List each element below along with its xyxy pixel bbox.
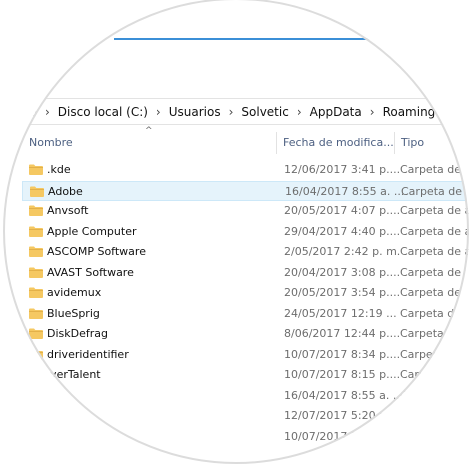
magnifier-view: sta po › Disco local (C:) › Usuarios › S…: [0, 0, 474, 464]
breadcrumb-appdata[interactable]: AppData: [310, 105, 362, 119]
file-name: Anvsoft: [47, 204, 89, 217]
file-modified-date: 12/06/2017 3:41 p....: [284, 163, 401, 176]
file-name: x: [47, 388, 54, 402]
breadcrumb-this-pc[interactable]: po: [22, 105, 37, 119]
file-name: .kde: [47, 163, 71, 176]
file-row[interactable]: AVAST Software 20/04/2017 3:08 p.... Carpe…: [22, 263, 469, 283]
file-type: Carpeta de a: [400, 265, 469, 279]
file-name: ASCOMP Software: [47, 245, 146, 258]
file-name: AVAST Software: [47, 265, 134, 279]
file-type: Carpeta de a: [400, 286, 469, 299]
file-name: Apple Computer: [47, 224, 137, 238]
file-modified-date: 8/06/2017 12:44 p....: [284, 327, 401, 340]
breadcrumb-roaming[interactable]: Roaming: [383, 105, 436, 119]
file-type: Carpeta de a: [401, 184, 469, 198]
file-row[interactable]: BlueSprig 24/05/2017 12:19 ... Carpeta d: [22, 304, 469, 324]
file-row[interactable]: avidemux 20/05/2017 3:54 p.... Carpeta de …: [22, 283, 469, 303]
file-row[interactable]: Adobe 16/04/2017 8:55 a. ... Carpeta de a: [22, 180, 469, 201]
file-type: Carpeta de a: [400, 204, 469, 217]
folder-icon: [29, 369, 43, 380]
column-resize-handle[interactable]: [276, 132, 277, 154]
folder-icon: [30, 186, 44, 197]
folder-icon: [29, 164, 43, 175]
file-type: Carp: [400, 388, 426, 402]
search-box-underline: [114, 38, 469, 40]
file-row[interactable]: DiskDefrag 8/06/2017 12:44 p.... Carpeta d…: [22, 324, 469, 344]
file-row[interactable]: driveridentifier 10/07/2017 8:34 p.... Car…: [22, 345, 469, 365]
folder-icon: [29, 349, 43, 360]
file-row[interactable]: ASCOMP Software 2/05/2017 2:42 p. m. Carpe…: [22, 242, 469, 262]
file-row[interactable]: Apple Computer 29/04/2017 4:40 p.... Carpe…: [22, 222, 469, 242]
column-header-type[interactable]: Tipo: [401, 136, 424, 149]
folder-icon: [29, 308, 43, 319]
file-modified-date: 10/07/2017 8:34 p....: [284, 347, 401, 361]
file-name: driveridentifier: [47, 347, 129, 361]
column-header-row: ^ Nombre Fecha de modifica... Tipo: [3, 126, 469, 160]
ribbon-divider: [3, 98, 469, 99]
file-type: Carpeta d: [400, 306, 455, 320]
file-modified-date: 20/04/2017 3:08 p....: [284, 265, 401, 279]
column-header-date[interactable]: Fecha de modifica...: [283, 136, 394, 149]
file-row[interactable]: iverTalent 10/07/2017 8:15 p.... Carp: [22, 365, 469, 385]
chevron-right-icon[interactable]: ›: [370, 105, 375, 119]
file-modified-date: 12/07/2017 5:20 a. ...: [284, 409, 404, 422]
breadcrumb-local-disk[interactable]: Disco local (C:): [58, 105, 148, 119]
folder-icon: [29, 390, 43, 401]
file-row[interactable]: Anvsoft 20/05/2017 4:07 p.... Carpeta de a: [22, 201, 469, 221]
folder-icon: [29, 226, 43, 237]
file-row[interactable]: x 16/04/2017 8:55 a. ... Carp: [22, 386, 469, 406]
chevron-right-icon[interactable]: ›: [229, 105, 234, 119]
column-resize-handle[interactable]: [394, 132, 395, 154]
file-name: avidemux: [47, 286, 102, 299]
file-row[interactable]: 10/07/2017 11:30 ...: [22, 427, 469, 447]
file-name: DiskDefrag: [47, 327, 108, 340]
file-type: Carpeta de a: [400, 245, 469, 258]
breadcrumb-usuarios[interactable]: Usuarios: [169, 105, 221, 119]
file-explorer-window: sta po › Disco local (C:) › Usuarios › S…: [3, 0, 469, 461]
file-modified-date: 2/05/2017 2:42 p. m.: [284, 245, 401, 258]
address-bar[interactable]: po › Disco local (C:) › Usuarios › Solve…: [3, 100, 469, 124]
breadcrumb-solvetic[interactable]: Solvetic: [241, 105, 288, 119]
file-type: Carpeta de: [400, 327, 461, 340]
file-row[interactable]: 12/07/2017 5:20 a. ...: [22, 406, 469, 426]
file-modified-date: 20/05/2017 3:54 p....: [284, 286, 401, 299]
chevron-right-icon[interactable]: ›: [45, 105, 50, 119]
chevron-right-icon[interactable]: ›: [156, 105, 161, 119]
file-modified-date: 20/05/2017 4:07 p....: [284, 204, 401, 217]
file-modified-date: 24/05/2017 12:19 ...: [284, 306, 397, 320]
file-type: Carp: [400, 368, 426, 381]
file-type: Carpeta de: [400, 347, 461, 361]
file-modified-date: 10/07/2017 11:30 ...: [284, 429, 397, 443]
file-modified-date: 16/04/2017 8:55 a. ...: [284, 388, 404, 402]
file-type: Carpeta de: [400, 163, 461, 176]
address-divider: [3, 124, 469, 125]
folder-icon: [29, 246, 43, 257]
file-row[interactable]: .kde 12/06/2017 3:41 p.... Carpeta de: [22, 160, 469, 180]
column-header-name[interactable]: Nombre: [29, 136, 73, 149]
file-modified-date: 10/07/2017 8:15 p....: [284, 368, 401, 381]
ribbon-partial-label[interactable]: sta: [20, 77, 37, 90]
folder-icon: [29, 205, 43, 216]
sort-ascending-icon: ^: [145, 126, 153, 136]
file-name: iverTalent: [47, 368, 101, 381]
folder-icon: [29, 267, 43, 278]
folder-icon: [29, 328, 43, 339]
file-name: BlueSprig: [47, 306, 100, 320]
file-name: Adobe: [48, 184, 83, 198]
circular-crop: sta po › Disco local (C:) › Usuarios › S…: [3, 0, 469, 464]
file-modified-date: 29/04/2017 4:40 p....: [284, 224, 401, 238]
folder-icon: [29, 287, 43, 298]
file-type: Carpeta de a: [400, 224, 469, 238]
chevron-right-icon[interactable]: ›: [297, 105, 302, 119]
file-modified-date: 16/04/2017 8:55 a. ...: [285, 184, 405, 198]
